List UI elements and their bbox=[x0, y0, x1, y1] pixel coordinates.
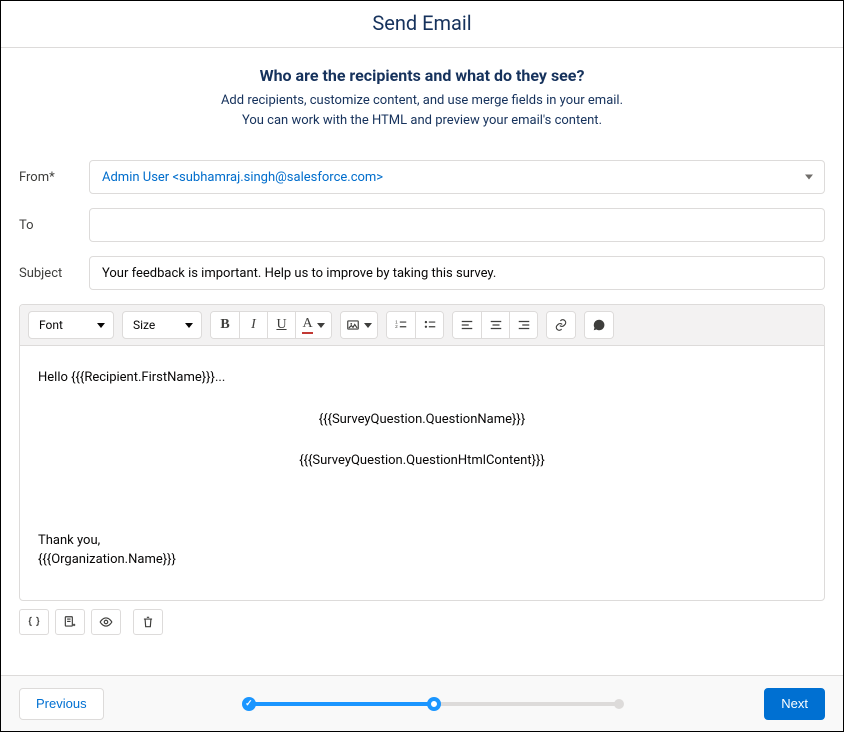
editor-body[interactable]: Hello {{{Recipient.FirstName}}}... {{{Su… bbox=[20, 346, 824, 600]
from-row: From* Admin User <subhamraj.singh@salesf… bbox=[19, 160, 825, 194]
to-input[interactable] bbox=[89, 208, 825, 242]
delete-button[interactable] bbox=[133, 609, 163, 635]
intro-line2: You can work with the HTML and preview y… bbox=[19, 111, 825, 131]
align-right-button[interactable] bbox=[509, 312, 537, 338]
link-button[interactable] bbox=[547, 312, 575, 338]
image-icon bbox=[346, 318, 360, 332]
body-question-name: {{{SurveyQuestion.QuestionName}}} bbox=[38, 410, 806, 430]
merge-field-button[interactable] bbox=[585, 312, 613, 338]
subject-input[interactable]: Your feedback is important. Help us to i… bbox=[89, 256, 825, 290]
trash-icon bbox=[141, 615, 155, 629]
insert-image-button[interactable] bbox=[341, 312, 377, 338]
body-org: {{{Organization.Name}}} bbox=[38, 550, 806, 570]
subject-value: Your feedback is important. Help us to i… bbox=[102, 266, 496, 281]
chevron-down-icon bbox=[364, 323, 372, 328]
italic-button[interactable]: I bbox=[239, 312, 267, 338]
editor: Font Size B I U A bbox=[19, 304, 825, 601]
chevron-down-icon bbox=[317, 323, 325, 328]
align-center-button[interactable] bbox=[481, 312, 509, 338]
progress-step-1[interactable] bbox=[242, 697, 256, 711]
progress-step-3[interactable] bbox=[614, 699, 624, 709]
align-center-icon bbox=[489, 318, 503, 332]
document-plus-icon bbox=[63, 615, 77, 629]
align-left-button[interactable] bbox=[453, 312, 481, 338]
chevron-down-icon bbox=[185, 323, 193, 328]
subject-label: Subject bbox=[19, 266, 89, 281]
bold-button[interactable]: B bbox=[211, 312, 239, 338]
link-icon bbox=[554, 318, 568, 332]
image-group bbox=[340, 311, 378, 339]
link-group bbox=[546, 311, 576, 339]
survey-question-button[interactable] bbox=[55, 609, 85, 635]
body-question-html: {{{SurveyQuestion.QuestionHtmlContent}}} bbox=[38, 451, 806, 471]
previous-button[interactable]: Previous bbox=[19, 688, 104, 720]
ordered-list-button[interactable]: 12 bbox=[387, 312, 415, 338]
font-select-label: Font bbox=[39, 318, 63, 332]
subject-row: Subject Your feedback is important. Help… bbox=[19, 256, 825, 290]
unordered-list-button[interactable] bbox=[415, 312, 443, 338]
text-style-group: B I U A bbox=[210, 311, 332, 339]
svg-text:2: 2 bbox=[395, 324, 398, 329]
intro-section: Who are the recipients and what do they … bbox=[19, 66, 825, 130]
to-row: To bbox=[19, 208, 825, 242]
braces-icon bbox=[27, 615, 41, 629]
next-button[interactable]: Next bbox=[764, 688, 825, 720]
eye-icon bbox=[99, 615, 113, 629]
from-label: From* bbox=[19, 170, 89, 185]
intro-heading: Who are the recipients and what do they … bbox=[19, 66, 825, 85]
align-left-icon bbox=[460, 318, 474, 332]
from-value: Admin User <subhamraj.singh@salesforce.c… bbox=[102, 170, 383, 185]
numbered-list-icon: 12 bbox=[394, 318, 408, 332]
list-group: 12 bbox=[386, 311, 444, 339]
intro-line1: Add recipients, customize content, and u… bbox=[19, 91, 825, 111]
merge-group bbox=[584, 311, 614, 339]
progress-step-2[interactable] bbox=[427, 697, 441, 711]
from-select[interactable]: Admin User <subhamraj.singh@salesforce.c… bbox=[89, 160, 825, 194]
bullet-list-icon bbox=[423, 318, 437, 332]
size-select-label: Size bbox=[133, 318, 155, 332]
modal-title: Send Email bbox=[1, 1, 843, 48]
progress-indicator bbox=[104, 694, 765, 714]
preview-button[interactable] bbox=[91, 609, 121, 635]
text-color-button[interactable]: A bbox=[295, 312, 331, 338]
font-select[interactable]: Font bbox=[28, 311, 114, 339]
align-right-icon bbox=[517, 318, 531, 332]
modal-footer: Previous Next bbox=[1, 675, 843, 731]
editor-footer-tools bbox=[19, 609, 825, 635]
editor-toolbar: Font Size B I U A bbox=[20, 305, 824, 346]
to-label: To bbox=[19, 218, 89, 233]
align-group bbox=[452, 311, 538, 339]
size-select[interactable]: Size bbox=[122, 311, 202, 339]
source-code-button[interactable] bbox=[19, 609, 49, 635]
chevron-down-icon bbox=[97, 323, 105, 328]
chat-icon bbox=[592, 318, 606, 332]
body-thanks: Thank you, bbox=[38, 531, 806, 551]
modal-content: Who are the recipients and what do they … bbox=[1, 48, 843, 675]
underline-button[interactable]: U bbox=[267, 312, 295, 338]
body-greeting: Hello {{{Recipient.FirstName}}}... bbox=[38, 368, 806, 388]
